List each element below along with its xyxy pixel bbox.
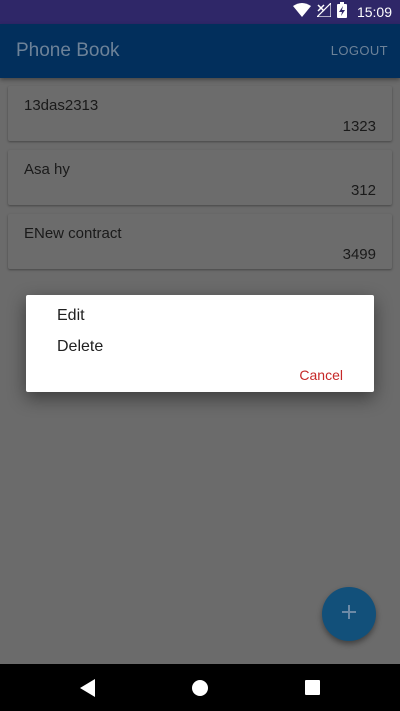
cancel-button[interactable]: Cancel [299, 367, 343, 383]
contact-number: 312 [350, 182, 376, 199]
page-title: Phone Book [16, 40, 120, 61]
back-icon[interactable] [80, 679, 96, 702]
context-dialog: Edit Delete Cancel [26, 295, 374, 392]
add-contact-button[interactable] [322, 587, 376, 641]
delete-option[interactable]: Delete [57, 338, 103, 356]
wifi-icon [292, 2, 311, 22]
list-item[interactable]: ENew contract 3499 [8, 214, 392, 269]
battery-charging-icon [336, 1, 347, 23]
edit-option[interactable]: Edit [57, 307, 85, 325]
status-bar: 15:09 [0, 0, 400, 24]
contact-name: 13das2313 [24, 97, 99, 114]
contact-name: Asa hy [24, 161, 70, 178]
status-time: 15:09 [356, 4, 392, 20]
recents-icon[interactable] [305, 680, 320, 700]
navigation-bar [0, 664, 400, 711]
status-icons: 15:09 [292, 1, 392, 23]
no-signal-icon [315, 1, 332, 22]
app-bar: Phone Book LOGOUT [0, 24, 400, 78]
home-icon[interactable] [191, 679, 209, 702]
list-item[interactable]: 13das2313 1323 [8, 86, 392, 141]
contact-number: 3499 [342, 246, 376, 263]
plus-icon [341, 604, 357, 625]
contact-name: ENew contract [24, 225, 122, 242]
logout-button[interactable]: LOGOUT [331, 43, 388, 58]
list-item[interactable]: Asa hy 312 [8, 150, 392, 205]
contact-number: 1323 [342, 118, 376, 135]
